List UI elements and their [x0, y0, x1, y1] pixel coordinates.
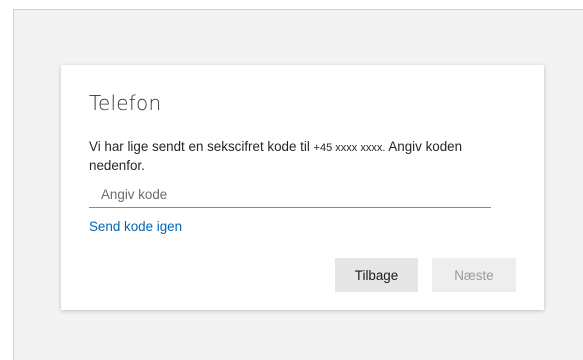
next-button[interactable]: Næste [432, 258, 516, 292]
message-prefix: Vi har lige sendt en sekscifret kode til [89, 139, 314, 154]
dialog-title: Telefon [89, 91, 162, 115]
code-input[interactable] [89, 181, 491, 208]
back-button[interactable]: Tilbage [335, 258, 418, 292]
masked-phone-number: +45 xxxx xxxx. [313, 142, 386, 154]
verification-dialog: Telefon Vi har lige sendt en sekscifret … [61, 65, 544, 310]
resend-code-link[interactable]: Send kode igen [89, 219, 182, 234]
instruction-message: Vi har lige sendt en sekscifret kode til… [89, 138, 519, 175]
